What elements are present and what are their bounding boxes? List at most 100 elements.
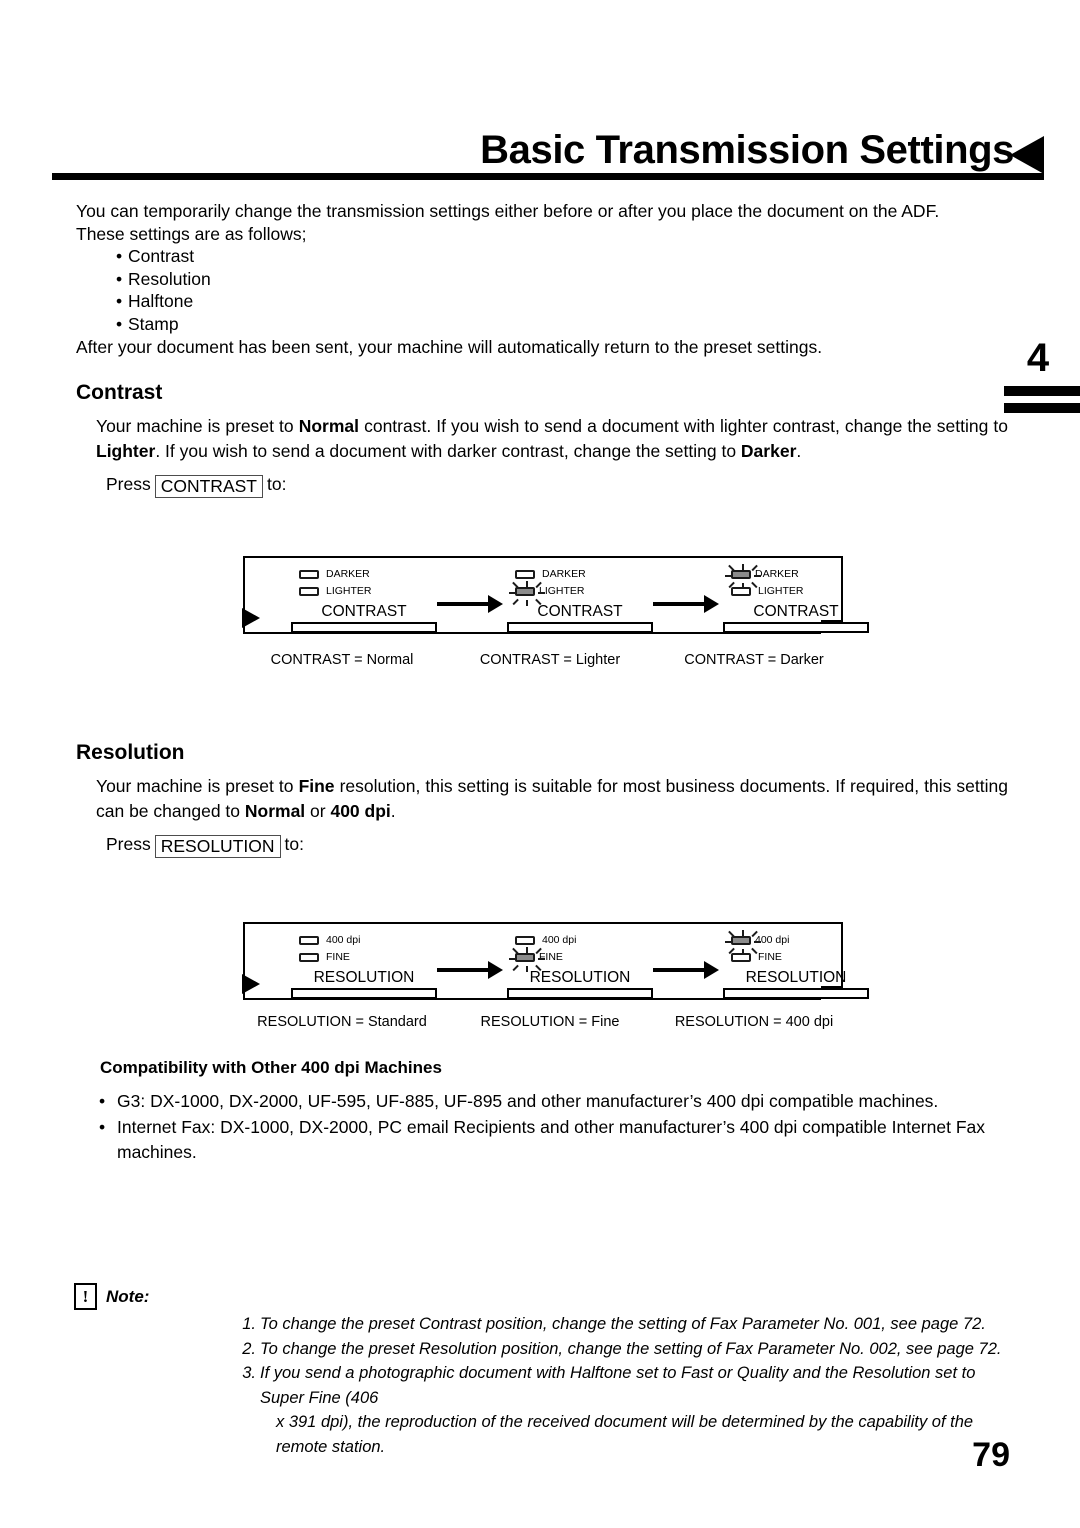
led-row-fine: FINE [509,947,643,972]
resolution-panel-row: 400 dpi FINE RESOLUTION 400 dpi FINE RES… [243,922,869,1000]
note-item: 1. To change the preset Contrast position… [74,1312,1024,1337]
compatibility-block: Compatibility with Other 400 dpi Machine… [96,1057,1008,1166]
contrast-panel-lighter: DARKER LIGHTER CONTRAST [489,556,653,633]
right-arrow-icon [653,595,719,613]
led-group: 400 dpi FINE [725,930,859,966]
led-label: 400 dpi [755,934,790,946]
panel-key-resolution[interactable]: RESOLUTION [723,969,869,999]
chapter-bar-top [1004,386,1080,396]
panel-key-contrast[interactable]: CONTRAST [291,603,437,633]
contrast-panel-darker: DARKER LIGHTER CONTRAST [705,556,869,633]
chapter-bar-bottom [1004,403,1080,413]
contrast-text-3: . If you wish to send a document with da… [155,441,741,461]
right-arrow-icon [653,961,719,979]
resolution-captions: RESOLUTION = Standard RESOLUTION = Fine … [243,1014,853,1031]
page-title: Basic Transmission Settings [480,128,1014,172]
header-rule [52,173,1044,180]
panel-key-contrast[interactable]: CONTRAST [507,603,653,633]
led-row-lighter: LIGHTER [731,583,859,600]
note-item-number: 3. [242,1364,256,1382]
led-label: FINE [326,951,350,963]
panel-key-label: RESOLUTION [745,969,847,986]
contrast-panel-row: DARKER LIGHTER CONTRAST DARKER LIGHTER C… [243,556,869,634]
note-item-text: To change the preset Contrast position, … [260,1315,986,1333]
led-group: DARKER LIGHTER [725,564,859,600]
panel-key-label: CONTRAST [753,603,839,620]
press-suffix: to: [266,474,287,494]
press-suffix: to: [284,834,304,854]
panel-key-contrast[interactable]: CONTRAST [723,603,869,633]
section-heading-contrast: Contrast [76,381,163,404]
contrast-paragraph: Your machine is preset to Normal contras… [96,414,1008,464]
panel-key-bar [291,622,437,633]
panel-key-label: RESOLUTION [313,969,415,986]
contrast-body: Your machine is preset to Normal contras… [96,414,1008,498]
led-row-lighter: LIGHTER [299,583,427,600]
led-group: 400 dpi FINE [299,932,427,966]
resolution-press-line: Press RESOLUTION to: [106,832,1008,858]
note-item-text: If you send a photographic document with… [260,1364,976,1407]
arrow-cell-1 [437,961,503,979]
section-heading-resolution: Resolution [76,741,185,764]
note-label: Note: [106,1287,150,1306]
panel-key-bar [723,988,869,999]
note-item-number: 1. [242,1315,256,1333]
led-row-lighter: LIGHTER [509,581,643,606]
led-indicator-darker [299,570,319,579]
led-indicator-fine [299,953,319,962]
note-item-text-cont: x 391 dpi), the reproduction of the rece… [276,1413,974,1456]
led-indicator-lighter-lit [509,581,545,606]
caption: RESOLUTION = 400 dpi [674,1014,834,1030]
panel-key-resolution[interactable]: RESOLUTION [291,969,437,999]
led-label: DARKER [755,568,799,580]
resolution-panel-400dpi: 400 dpi FINE RESOLUTION [705,922,869,999]
led-indicator-darker-lit [725,564,761,589]
left-triangle-icon [1010,136,1044,174]
panel-key-label: CONTRAST [537,603,623,620]
led-indicator-fine [731,953,751,962]
resolution-panel-standard: 400 dpi FINE RESOLUTION [273,922,437,999]
resolution-key-button[interactable]: RESOLUTION [154,835,281,858]
intro-block: You can temporarily change the transmiss… [76,200,1006,359]
contrast-text-2: contrast. If you wish to send a document… [359,416,1008,436]
led-group: DARKER LIGHTER [299,566,427,600]
contrast-bold-normal: Normal [298,416,360,436]
contrast-text-1: Your machine is preset to [96,416,299,436]
caption: CONTRAST = Normal [270,652,414,668]
led-indicator-lighter [299,587,319,596]
panel-key-bar [291,988,437,999]
led-label: FINE [758,951,782,963]
led-row-400dpi: 400 dpi [515,932,643,949]
led-indicator-fine-lit [509,947,545,972]
led-row-400dpi: 400 dpi [725,930,859,955]
right-arrow-icon [437,961,503,979]
led-row-darker: DARKER [725,564,859,589]
resolution-panel-fine: 400 dpi FINE RESOLUTION [489,922,653,999]
list-item: Halftone [76,290,1006,313]
list-item: Internet Fax: DX-1000, DX-2000, PC email… [96,1115,1008,1165]
page-number: 79 [972,1436,1010,1474]
led-label: DARKER [542,568,586,580]
contrast-text-4: . [796,441,802,461]
panel-key-resolution[interactable]: RESOLUTION [507,969,653,999]
note-list: 1. To change the preset Contrast position… [74,1312,1024,1459]
panel-key-bar [507,988,653,999]
led-row-darker: DARKER [299,566,427,583]
arrow-cell-2 [653,595,719,613]
resolution-diagram: 400 dpi FINE RESOLUTION 400 dpi FINE RES… [242,922,869,1002]
caption: RESOLUTION = Fine [480,1014,620,1030]
contrast-key-button[interactable]: CONTRAST [154,475,263,498]
arrow-cell-2 [653,961,719,979]
compatibility-title: Compatibility with Other 400 dpi Machine… [100,1058,442,1077]
led-label: FINE [539,951,563,963]
led-label: LIGHTER [758,585,804,597]
panel-key-label: CONTRAST [321,603,407,620]
led-indicator-darker [515,570,535,579]
led-indicator-400dpi [515,936,535,945]
chapter-number: 4 [1026,336,1050,380]
contrast-bold-lighter: Lighter [96,441,156,461]
intro-bullet-list: Contrast Resolution Halftone Stamp [76,245,1006,335]
note-header: ! Note: [74,1282,1024,1310]
list-item: G3: DX-1000, DX-2000, UF-595, UF-885, UF… [96,1089,1008,1114]
led-row-400dpi: 400 dpi [299,932,427,949]
